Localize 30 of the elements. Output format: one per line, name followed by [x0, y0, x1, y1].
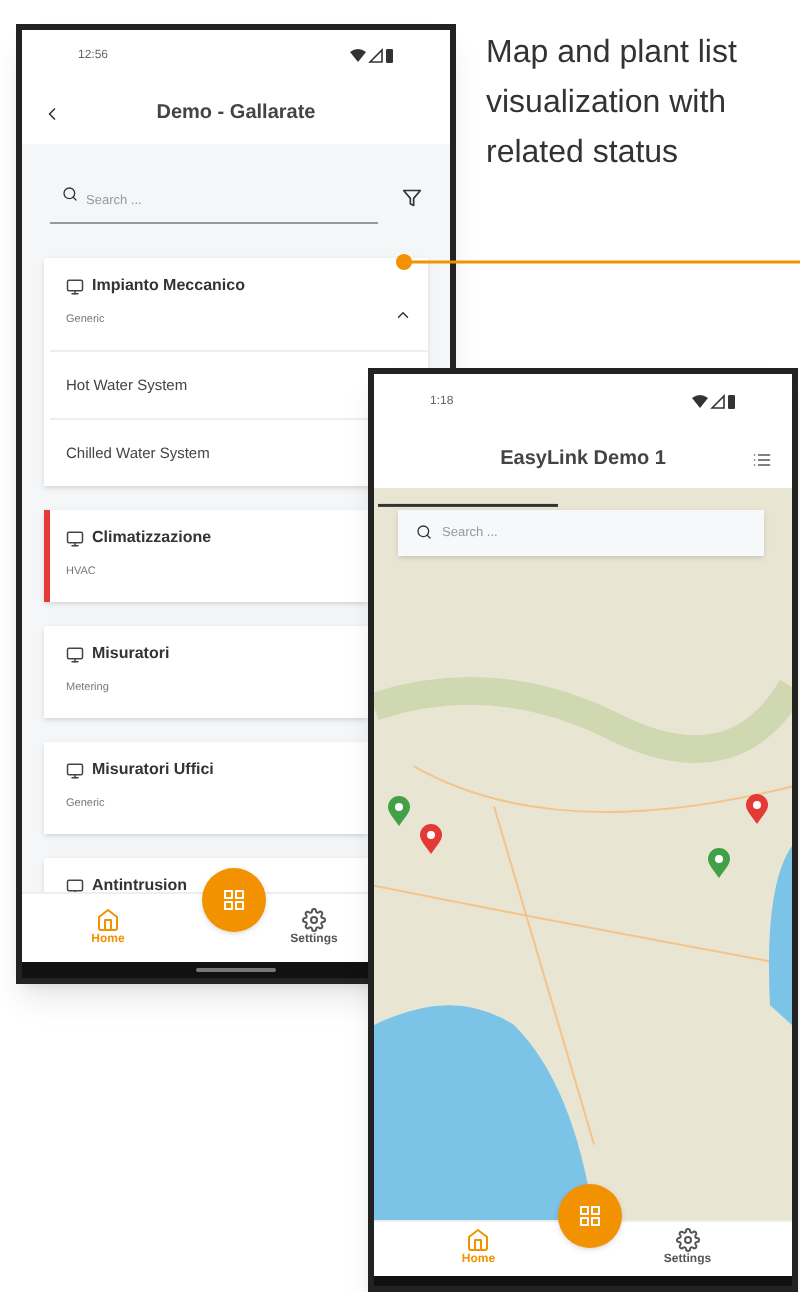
plant-name: Antintrusion	[92, 874, 188, 892]
plant-name: Misuratori	[92, 642, 170, 666]
search-icon	[416, 524, 432, 540]
plant-name: Impianto Meccanico	[92, 274, 245, 298]
screen-title: Demo - Gallarate	[154, 100, 318, 128]
map-pin-icon[interactable]	[388, 796, 410, 826]
map-pin-icon[interactable]	[708, 848, 730, 878]
monitor-icon	[66, 529, 84, 547]
monitor-icon	[66, 277, 84, 295]
plant-name: Climatizzazione	[92, 526, 212, 550]
monitor-icon	[66, 877, 84, 892]
map-pin-icon[interactable]	[746, 794, 768, 824]
screen-title: EasyLink Demo 1	[498, 446, 668, 474]
grid-icon	[578, 1204, 602, 1228]
map-pin-icon[interactable]	[420, 824, 442, 854]
home-icon	[466, 1228, 491, 1252]
monitor-icon	[66, 761, 84, 779]
settings-icon	[302, 907, 326, 931]
grid-icon	[222, 888, 246, 912]
search-icon	[62, 186, 78, 202]
status-icons-drawing	[350, 48, 394, 64]
settings-icon	[675, 1228, 700, 1252]
status-icons-drawing	[692, 394, 736, 410]
home-icon	[96, 907, 120, 931]
plant-name: Misuratori Uffici	[92, 758, 214, 782]
filter-icon[interactable]	[402, 188, 422, 208]
monitor-icon	[66, 645, 84, 663]
plant-card[interactable]: Antintrusion	[44, 858, 368, 892]
caption-text: Map and plant list visualization with related status	[486, 34, 739, 174]
list-icon[interactable]	[752, 449, 772, 469]
